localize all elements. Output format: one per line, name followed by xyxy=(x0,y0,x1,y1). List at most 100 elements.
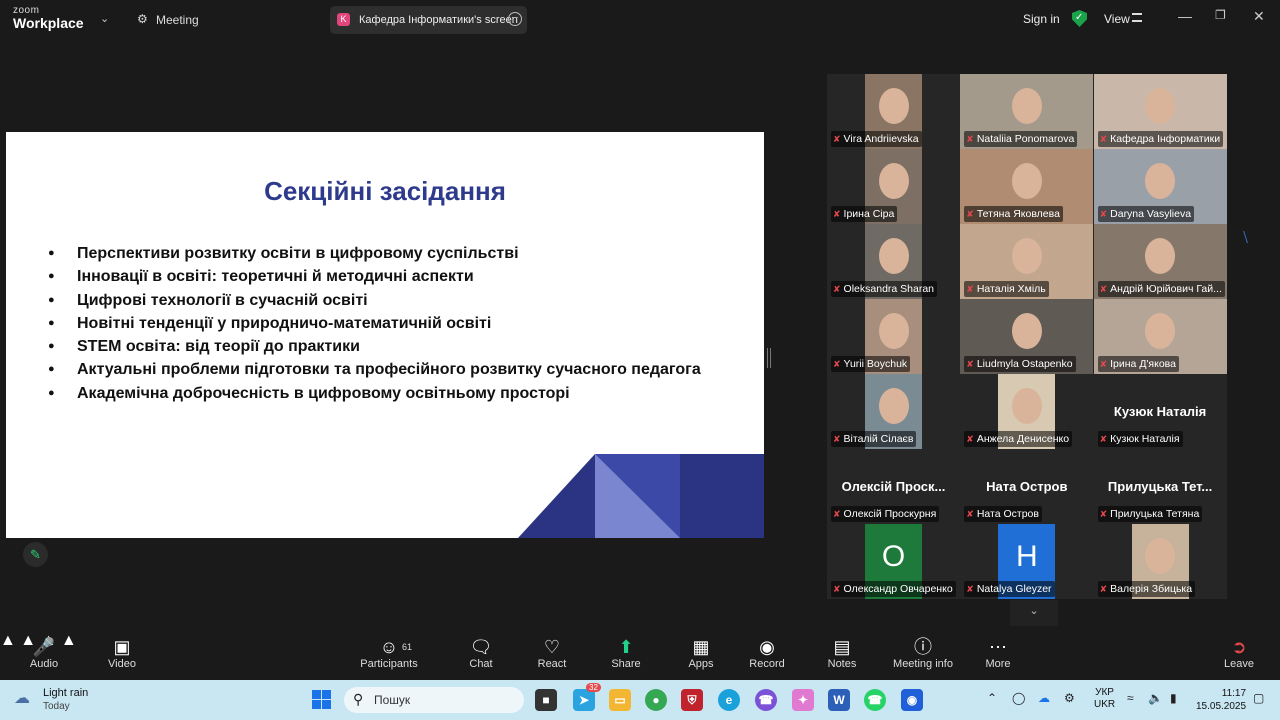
participant-tile[interactable]: Олексій Проск... ✘ Олексій Проскурня xyxy=(827,449,960,524)
weather-rain-icon[interactable]: ☁ xyxy=(14,688,30,708)
chat-options-caret[interactable]: ▲ xyxy=(61,632,77,649)
panel-resize-handle[interactable] xyxy=(767,348,771,368)
view-button[interactable]: View xyxy=(1104,12,1130,26)
telegram-icon[interactable]: ➤ xyxy=(573,689,595,711)
volume-icon[interactable]: 🔈 xyxy=(1148,691,1163,705)
accessibility-icon[interactable]: ⚙ xyxy=(1064,691,1075,705)
more-options-icon[interactable]: ··· xyxy=(508,12,522,26)
participant-tile[interactable]: ✘ Віталій Сілаєв xyxy=(827,374,960,449)
participant-tile[interactable]: ✘ Nataliia Ponomarova xyxy=(960,74,1094,149)
close-icon[interactable]: ✕ xyxy=(1253,8,1265,25)
audio-button[interactable]: 🎤 Audio xyxy=(26,632,62,680)
react-button[interactable]: ♡ React xyxy=(534,632,570,680)
participant-tile[interactable]: ✘ Oleksandra Sharan xyxy=(827,224,960,299)
participants-label: Participants xyxy=(360,658,418,670)
edge-icon[interactable]: e xyxy=(718,689,740,711)
participant-face xyxy=(1011,163,1042,199)
tray-overflow-icon[interactable]: ⌃ xyxy=(987,691,997,705)
wifi-icon[interactable]: ≈ xyxy=(1127,691,1134,705)
taskbar-search[interactable]: ⚲ Пошук xyxy=(344,687,524,713)
weather-title[interactable]: Light rain xyxy=(43,687,88,699)
restore-icon[interactable]: ❐ xyxy=(1215,8,1226,22)
participant-face xyxy=(1011,388,1042,424)
participant-tile[interactable]: ✘ Валерія Збицька xyxy=(1093,524,1227,599)
mic-muted-icon: ✘ xyxy=(833,134,841,144)
windows-start-icon[interactable] xyxy=(312,690,331,709)
battery-icon[interactable]: ▮ xyxy=(1170,691,1177,705)
participant-tile[interactable]: ✘ Наталія Хміль xyxy=(960,224,1094,299)
bullet-item: Академічна доброчесність в цифровому осв… xyxy=(48,382,731,406)
sign-in-button[interactable]: Sign in xyxy=(1023,12,1060,26)
participant-tile[interactable]: ✘ Ірина Сіра xyxy=(827,149,960,224)
participant-tile[interactable]: ✘ Ірина Д'якова xyxy=(1093,299,1227,374)
participants-button[interactable]: ☺ Participants xyxy=(360,632,418,680)
annotate-pen-icon[interactable]: ✎ xyxy=(23,542,48,567)
meeting-label[interactable]: Meeting xyxy=(156,13,199,27)
participant-tile[interactable]: ✘ Анжела Денисенко xyxy=(960,374,1094,449)
whatsapp-icon[interactable]: ☎ xyxy=(864,689,886,711)
chrome-icon[interactable]: ● xyxy=(645,689,667,711)
participant-tile[interactable]: Кузюк Наталія ✘ Кузюк Наталія xyxy=(1093,374,1227,449)
minimize-icon[interactable]: — xyxy=(1178,8,1192,24)
participant-tile[interactable]: ✘ Андрій Юрійович Гай... xyxy=(1093,224,1227,299)
participant-tile[interactable]: ✘ Yurii Boychuk xyxy=(827,299,960,374)
chat-button[interactable]: 🗨 Chat xyxy=(464,632,498,680)
chat-label: Chat xyxy=(469,658,493,670)
mic-muted-icon: ✘ xyxy=(966,434,974,444)
video-button[interactable]: ▣ Video xyxy=(104,632,140,680)
clock-time: 11:17 xyxy=(1221,688,1247,699)
participant-name: Прилуцька Тетяна xyxy=(1110,508,1200,520)
record-button[interactable]: ◉ Record xyxy=(747,632,787,680)
participant-name-label: ✘ Daryna Vasylieva xyxy=(1097,206,1195,222)
input-language[interactable]: УКР UKR xyxy=(1094,687,1115,711)
copilot-icon[interactable]: ✦ xyxy=(792,689,814,711)
participant-face xyxy=(1011,88,1042,124)
security-app-icon[interactable]: ⛨ xyxy=(681,689,703,711)
participant-tile[interactable]: ✘ Liudmyla Ostapenko xyxy=(960,299,1094,374)
apps-button[interactable]: ▦ Apps xyxy=(683,632,719,680)
side-panel-icon[interactable]: ⧵ xyxy=(1243,230,1261,248)
participant-tile[interactable]: Ната Остров ✘ Ната Остров xyxy=(960,449,1094,524)
mic-muted-icon: ✘ xyxy=(966,584,974,594)
word-icon[interactable]: W xyxy=(828,689,850,711)
participant-name-label: ✘ Кафедра Інформатики xyxy=(1097,131,1224,147)
react-icon: ♡ xyxy=(543,637,561,657)
meeting-info-button[interactable]: ⓘ Meeting info xyxy=(890,632,956,680)
mic-muted-icon: ✘ xyxy=(833,434,841,444)
participant-tile[interactable]: Прилуцька Тет... ✘ Прилуцька Тетяна xyxy=(1093,449,1227,524)
participant-name: Кузюк Наталія xyxy=(1110,433,1180,445)
participant-name: Vira Andriievska xyxy=(843,133,919,145)
record-icon: ◉ xyxy=(759,637,775,657)
audio-options-caret[interactable]: ▲ xyxy=(0,632,16,649)
leave-button[interactable]: ➲ Leave xyxy=(1222,632,1256,680)
participant-name: Liudmyla Ostapenko xyxy=(976,358,1073,370)
lang-bottom: UKR xyxy=(1094,699,1116,710)
participant-tile[interactable]: O ✘ Олександр Овчаренко xyxy=(827,524,960,599)
participant-tile[interactable]: ✘ Кафедра Інформатики xyxy=(1093,74,1227,149)
participant-tile[interactable]: H ✘ Natalya Gleyzer xyxy=(960,524,1094,599)
participant-tile[interactable]: ✘ Vira Andriievska xyxy=(827,74,960,149)
file-explorer-icon[interactable]: ▭ xyxy=(609,689,631,711)
chevron-down-icon[interactable]: ⌄ xyxy=(100,12,109,25)
gallery-expand-button[interactable]: ⌄ xyxy=(1010,600,1058,626)
view-grid-icon[interactable] xyxy=(1132,13,1142,22)
system-clock[interactable]: 11:17 15.05.2025 xyxy=(1196,687,1246,713)
share-button[interactable]: ⬆ Share xyxy=(608,632,644,680)
task-view-icon[interactable]: ■ xyxy=(535,689,557,711)
participant-name-label: ✘ Олександр Овчаренко xyxy=(831,581,956,597)
weather-subtitle: Today xyxy=(43,701,70,712)
participant-tile[interactable]: ✘ Тетяна Яковлева xyxy=(960,149,1094,224)
encryption-shield-icon[interactable]: ✓ xyxy=(1072,10,1087,27)
notifications-icon[interactable]: ▢ xyxy=(1253,691,1264,705)
viber-icon[interactable]: ☎ xyxy=(755,689,777,711)
screen-share-indicator[interactable]: K Кафедра Інформатики's screen ··· xyxy=(330,6,527,34)
participant-tile[interactable]: ✘ Daryna Vasylieva xyxy=(1093,149,1227,224)
network-status-icon[interactable]: ◯ xyxy=(1012,691,1025,705)
mic-muted-icon: ✘ xyxy=(1099,284,1108,294)
leave-icon: ➲ xyxy=(1231,637,1247,657)
notes-button[interactable]: ▤ Notes xyxy=(824,632,860,680)
mic-muted-icon: ✘ xyxy=(966,284,974,294)
zoom-taskbar-icon[interactable]: ◉ xyxy=(901,689,923,711)
onedrive-icon[interactable]: ☁ xyxy=(1038,691,1050,705)
more-button[interactable]: ⋯ More xyxy=(980,632,1016,680)
